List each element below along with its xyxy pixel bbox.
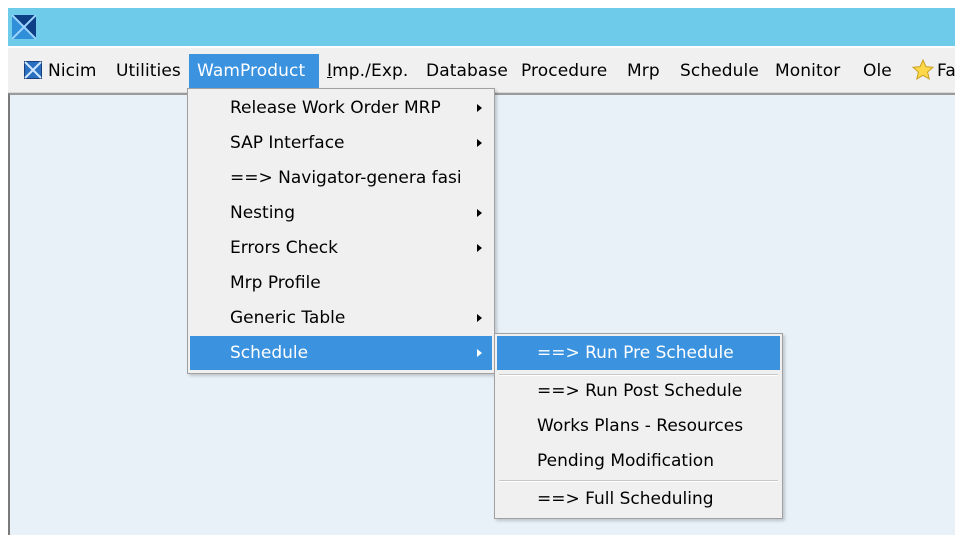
menu-utilities[interactable]: Utilities	[108, 54, 189, 88]
menu-mrp[interactable]: Mrp	[619, 54, 668, 88]
submenu-arrow-icon	[477, 314, 482, 322]
menu-item-label: ==> Full Scheduling	[537, 489, 714, 509]
menu-database[interactable]: Database	[418, 54, 516, 88]
menu-item-label: SAP Interface	[230, 133, 345, 153]
menu-item-run-pre-schedule[interactable]: ==> Run Pre Schedule	[497, 336, 780, 370]
menu-item-works-plans-resources[interactable]: Works Plans - Resources	[497, 409, 780, 443]
menu-item-sap-interface[interactable]: SAP Interface	[190, 126, 492, 160]
menu-procedure[interactable]: Procedure	[513, 54, 615, 88]
menu-nicim[interactable]: Nicim	[16, 54, 105, 88]
menu-nicim-label: Nicim	[48, 61, 97, 81]
wamproduct-dropdown: Release Work Order MRP SAP Interface ==>…	[187, 88, 495, 374]
menu-item-generic-table[interactable]: Generic Table	[190, 301, 492, 335]
menu-imp-exp-label: mp./Exp.	[332, 61, 409, 81]
menu-item-label: ==> Run Pre Schedule	[537, 343, 734, 363]
submenu-arrow-icon	[477, 349, 482, 357]
menu-item-pending-modification[interactable]: Pending Modification	[497, 444, 780, 478]
star-icon	[911, 58, 935, 81]
menu-item-label: Schedule	[230, 343, 309, 363]
menu-bar: Nicim Utilities WamProduct Imp./Exp. Dat…	[8, 48, 955, 93]
menu-item-errors-check[interactable]: Errors Check	[190, 231, 492, 265]
menu-item-label: Generic Table	[230, 308, 346, 328]
submenu-arrow-icon	[477, 209, 482, 217]
menu-favorites-label: Fa	[937, 61, 955, 81]
menu-imp-exp[interactable]: Imp./Exp.	[319, 54, 416, 88]
menu-item-label: Release Work Order MRP	[230, 98, 441, 118]
menu-monitor[interactable]: Monitor	[767, 54, 848, 88]
menu-ole[interactable]: Ole	[855, 54, 900, 88]
menu-item-label: Works Plans - Resources	[537, 416, 744, 436]
menu-item-label: ==> Navigator-genera fasi	[230, 168, 462, 188]
submenu-arrow-icon	[477, 139, 482, 147]
menu-item-label: Nesting	[230, 203, 295, 223]
menu-item-label: ==> Run Post Schedule	[537, 381, 743, 401]
menu-item-label: Errors Check	[230, 238, 338, 258]
menu-item-mrp-profile[interactable]: Mrp Profile	[190, 266, 492, 300]
schedule-submenu: ==> Run Pre Schedule ==> Run Post Schedu…	[494, 333, 783, 519]
menu-wamproduct[interactable]: WamProduct	[189, 54, 319, 88]
menu-item-label: Mrp Profile	[230, 273, 321, 293]
submenu-arrow-icon	[477, 244, 482, 252]
menu-item-label: Pending Modification	[537, 451, 714, 471]
menu-item-schedule[interactable]: Schedule	[190, 336, 492, 370]
menu-favorites[interactable]: Fa	[903, 54, 955, 88]
menu-item-release-work-order-mrp[interactable]: Release Work Order MRP	[190, 91, 492, 125]
app-logo-icon	[12, 15, 36, 39]
nicim-icon	[24, 61, 42, 79]
menu-item-full-scheduling[interactable]: ==> Full Scheduling	[497, 482, 780, 516]
submenu-arrow-icon	[477, 104, 482, 112]
menu-item-nesting[interactable]: Nesting	[190, 196, 492, 230]
menu-schedule[interactable]: Schedule	[672, 54, 767, 88]
title-bar	[8, 8, 955, 46]
menu-item-run-post-schedule[interactable]: ==> Run Post Schedule	[497, 374, 780, 408]
menu-item-navigator-genera-fasi[interactable]: ==> Navigator-genera fasi	[190, 161, 492, 195]
